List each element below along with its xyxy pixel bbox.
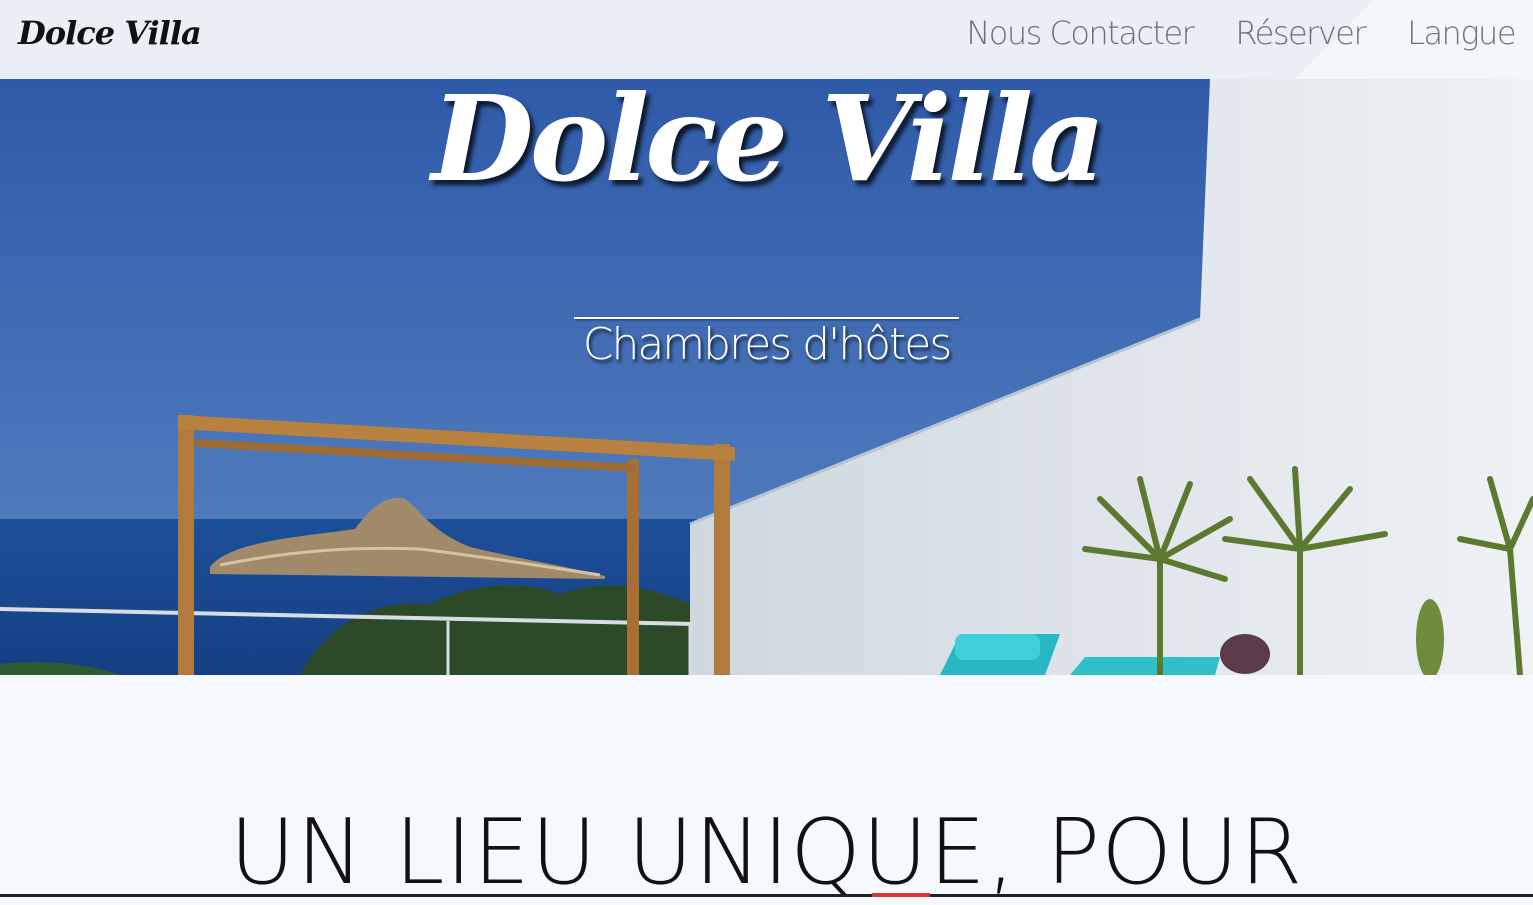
hero-subtitle: Chambres d'hôtes [582, 319, 953, 370]
hero-title: Dolce Villa [431, 79, 1105, 208]
nav-links: Nous Contacter Réserver Langue [966, 14, 1516, 52]
section-heading: UN LIEU UNIQUE, POUR [229, 800, 1304, 905]
nav-link-language[interactable]: Langue [1407, 14, 1516, 52]
nav-link-reserve[interactable]: Réserver [1235, 14, 1366, 52]
brand-logo[interactable]: Dolce Villa [18, 14, 202, 52]
top-navbar: Dolce Villa Nous Contacter Réserver Lang… [0, 0, 1533, 79]
hero-banner: Dolce Villa Chambres d'hôtes [0, 79, 1533, 675]
nav-link-contact[interactable]: Nous Contacter [966, 14, 1194, 52]
accent-mark [872, 893, 930, 897]
